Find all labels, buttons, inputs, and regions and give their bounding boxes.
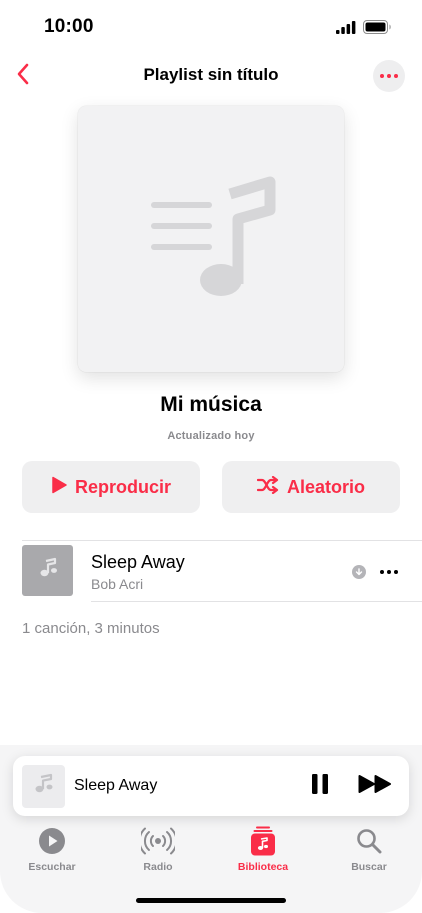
play-button-label: Reproducir <box>74 476 171 497</box>
radio-waves-icon <box>141 825 175 857</box>
mini-player-artwork <box>22 765 65 808</box>
forward-button[interactable] <box>357 772 393 800</box>
mini-player[interactable]: Sleep Away <box>13 756 409 816</box>
track-row[interactable]: Sleep Away Bob Acri <box>0 541 422 601</box>
home-indicator[interactable] <box>136 898 286 903</box>
track-more-button[interactable] <box>376 563 402 581</box>
status-bar: 10:00 <box>0 0 422 54</box>
forward-icon <box>358 774 392 799</box>
music-note-list-icon <box>151 176 276 296</box>
track-title: Sleep Away <box>91 552 185 572</box>
music-note-icon <box>33 773 55 800</box>
tab-buscar[interactable]: Buscar <box>319 825 419 881</box>
shuffle-button-label: Aleatorio <box>286 476 365 497</box>
tab-escuchar[interactable]: Escuchar <box>2 825 102 881</box>
music-note-icon <box>37 557 59 584</box>
download-arrow-icon <box>352 565 366 579</box>
library-icon <box>251 825 275 857</box>
playlist-name: Mi música <box>160 393 262 416</box>
tab-biblioteca[interactable]: Biblioteca <box>213 825 313 881</box>
tab-radio[interactable]: Radio <box>108 825 208 881</box>
battery-icon <box>363 20 392 39</box>
status-icons <box>336 20 392 39</box>
ellipsis-icon <box>380 74 384 78</box>
shuffle-button[interactable]: Aleatorio <box>222 461 400 513</box>
play-icon <box>51 476 67 499</box>
track-artist: Bob Acri <box>91 576 144 592</box>
tab-label: Buscar <box>351 861 387 873</box>
more-options-button[interactable] <box>373 60 405 92</box>
track-summary: 1 canción, 3 minutos <box>22 620 160 637</box>
tab-label: Biblioteca <box>237 861 289 873</box>
search-icon <box>356 825 382 857</box>
pause-button[interactable] <box>305 772 335 800</box>
navigation-bar: Playlist sin título <box>0 54 422 98</box>
pause-icon <box>311 773 329 800</box>
tab-bar: Escuchar Radio Biblioteca Buscar <box>0 825 422 881</box>
mini-player-title: Sleep Away <box>74 777 158 794</box>
tab-label: Radio <box>143 861 173 873</box>
divider <box>91 601 422 602</box>
play-circle-icon <box>38 825 66 857</box>
tab-label: Escuchar <box>28 861 76 873</box>
play-button[interactable]: Reproducir <box>22 461 200 513</box>
shuffle-icon <box>256 475 279 499</box>
updated-label: Actualizado hoy <box>167 430 255 442</box>
track-artwork <box>22 545 73 596</box>
playlist-artwork <box>78 106 344 372</box>
cellular-signal-icon <box>336 20 356 39</box>
page-title: Playlist sin título <box>143 65 279 84</box>
status-time: 10:00 <box>44 16 94 37</box>
ellipsis-icon <box>380 570 384 574</box>
